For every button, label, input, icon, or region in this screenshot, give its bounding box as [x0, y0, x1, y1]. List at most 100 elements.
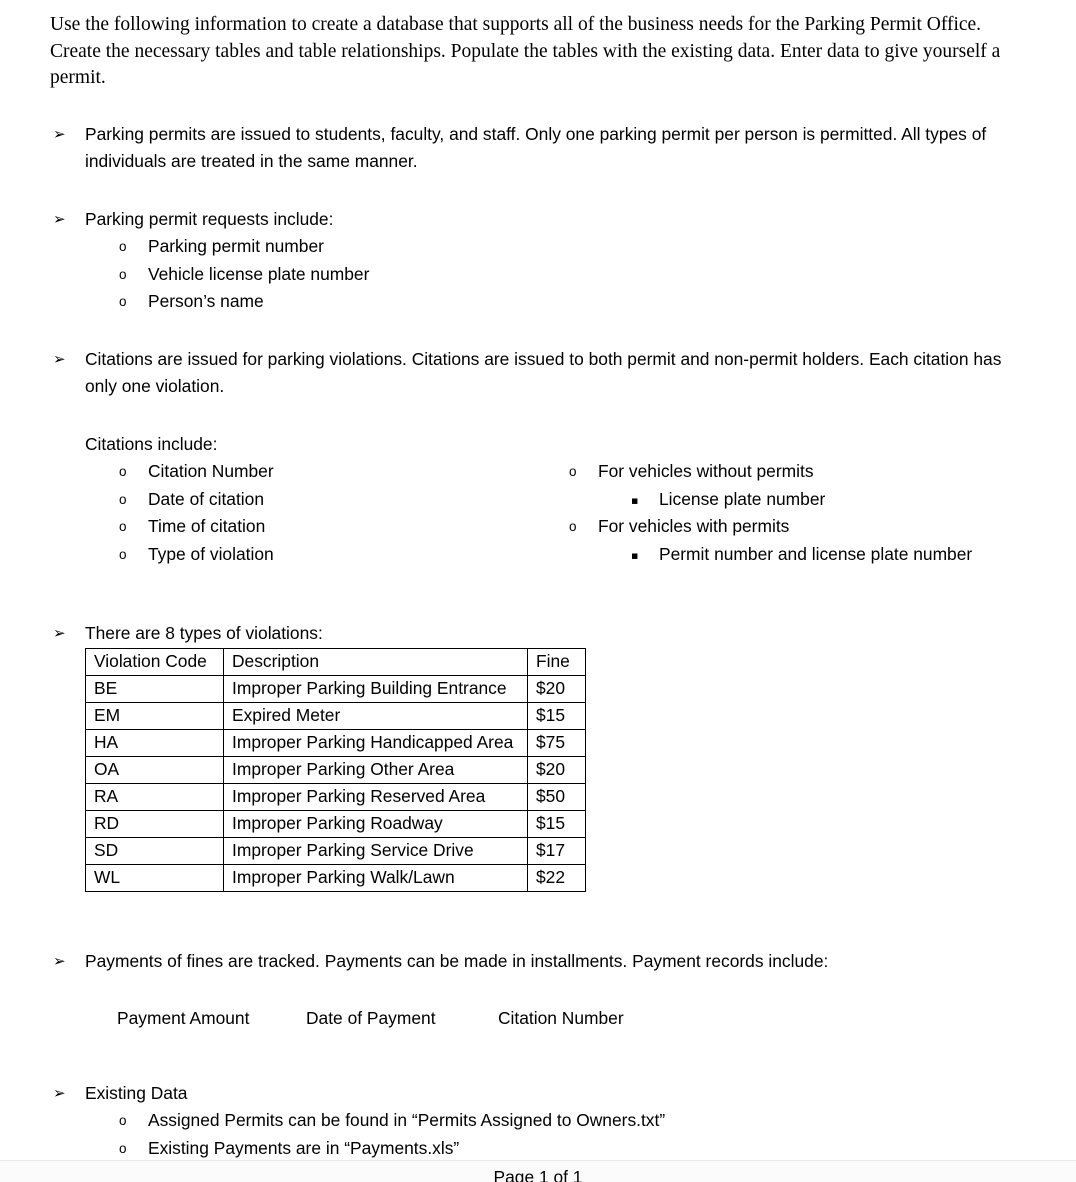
- list-item-label: Assigned Permits can be found in “Permit…: [148, 1110, 666, 1130]
- intro-paragraph: Use the following information to create …: [50, 14, 1001, 88]
- violations-heading: There are 8 types of violations:: [85, 623, 323, 643]
- circle-bullet-icon: o: [119, 491, 127, 507]
- violations-table-wrapper: Violation Code Description Fine BE Impro…: [0, 647, 1076, 892]
- table-row: RD Improper Parking Roadway $15: [85, 809, 586, 838]
- list-item: o Person’s name: [0, 288, 1076, 316]
- cell-fine: $15: [527, 809, 586, 838]
- circle-bullet-icon: o: [119, 239, 127, 254]
- cell-fine: $50: [527, 782, 586, 811]
- bullet-payments: ➢ Payments of fines are tracked. Payment…: [0, 948, 1076, 976]
- cell-violation-code: SD: [85, 836, 224, 865]
- arrow-bullet-icon: ➢: [53, 124, 66, 143]
- list-item: o For vehicles with permits: [484, 513, 1044, 541]
- list-item-label: Existing Payments are in “Payments.xls”: [148, 1137, 460, 1158]
- cell-violation-code: OA: [85, 755, 224, 784]
- document-content: Use the following information to create …: [0, 0, 1076, 1182]
- table-row: OA Improper Parking Other Area $20: [85, 755, 586, 784]
- cell-description: Improper Parking Service Drive: [223, 836, 528, 865]
- list-item: o Time of citation: [0, 513, 520, 541]
- existing-data-heading: Existing Data: [85, 1082, 188, 1103]
- arrow-bullet-icon: ➢: [53, 209, 66, 228]
- list-item: o Parking permit number: [0, 233, 1076, 261]
- payment-field-date: Date of Payment: [306, 1008, 436, 1028]
- table-row: WL Improper Parking Walk/Lawn $22: [85, 863, 586, 892]
- cell-description: Improper Parking Roadway: [223, 809, 528, 838]
- document-page: Use the following information to create …: [0, 0, 1076, 1182]
- cell-description: Improper Parking Other Area: [223, 755, 528, 784]
- list-item: o Date of citation: [0, 486, 520, 514]
- violations-table: Violation Code Description Fine BE Impro…: [85, 647, 586, 892]
- table-row: EM Expired Meter $15: [85, 701, 586, 730]
- cell-fine: $17: [527, 836, 586, 865]
- cell-fine: $20: [527, 755, 586, 784]
- citations-column-left: o Citation Number o Date of citation o T…: [0, 458, 520, 568]
- circle-bullet-icon: o: [119, 546, 127, 562]
- bullet-parking-permits: ➢ Parking permits are issued to students…: [0, 121, 1076, 176]
- citations-column-right: o For vehicles without permits ▪ License…: [484, 458, 1044, 568]
- list-item-label: For vehicles with permits: [598, 516, 790, 536]
- cell-fine: $20: [527, 674, 586, 703]
- square-bullet-icon: ▪: [631, 493, 639, 507]
- list-item-label: License plate number: [659, 488, 826, 509]
- list-item: o For vehicles without permits: [484, 458, 1044, 486]
- circle-bullet-icon: o: [119, 1113, 127, 1128]
- bullet-existing-data: ➢ Existing Data: [0, 1080, 1076, 1108]
- circle-bullet-icon: o: [119, 519, 127, 534]
- circle-bullet-icon: o: [119, 266, 127, 282]
- list-item: ▪ Permit number and license plate number: [484, 541, 1044, 569]
- list-item-label: Person’s name: [148, 291, 264, 311]
- list-item-label: Date of citation: [148, 488, 265, 509]
- cell-violation-code: HA: [85, 728, 224, 757]
- bullet-citations-text: Citations are issued for parking violati…: [85, 348, 1002, 397]
- cell-fine: $75: [527, 728, 586, 757]
- table-row: SD Improper Parking Service Drive $17: [85, 836, 586, 865]
- bullet-parking-permits-text: Parking permits are issued to students, …: [85, 123, 987, 172]
- list-item: o Vehicle license plate number: [0, 261, 1076, 289]
- bullet-payments-text: Payments of fines are tracked. Payments …: [85, 950, 829, 971]
- bullet-citations: ➢ Citations are issued for parking viola…: [0, 346, 1076, 401]
- bullet-permit-requests: ➢ Parking permit requests include:: [0, 206, 1076, 234]
- square-bullet-icon: ▪: [631, 548, 639, 562]
- list-item: ▪ License plate number: [484, 486, 1044, 514]
- arrow-bullet-icon: ➢: [53, 1083, 66, 1102]
- cell-description: Improper Parking Handicapped Area: [223, 728, 528, 757]
- payment-fields-row: Payment Amount Date of Payment Citation Nu…: [0, 1005, 1076, 1033]
- list-item-label: Parking permit number: [148, 236, 324, 256]
- arrow-bullet-icon: ➢: [53, 624, 66, 642]
- circle-bullet-icon: o: [119, 464, 127, 479]
- cell-violation-code: WL: [85, 863, 224, 892]
- table-header-row: Violation Code Description Fine: [85, 647, 586, 676]
- cell-description: Expired Meter: [223, 701, 528, 730]
- cell-description: Improper Parking Reserved Area: [223, 782, 528, 811]
- arrow-bullet-icon: ➢: [53, 951, 66, 970]
- column-header-fine: Fine: [527, 647, 586, 676]
- arrow-bullet-icon: ➢: [53, 349, 66, 368]
- circle-bullet-icon: o: [569, 519, 577, 534]
- cell-fine: $22: [527, 863, 586, 892]
- table-row: BE Improper Parking Building Entrance $2…: [85, 674, 586, 703]
- bullet-permit-requests-heading: Parking permit requests include:: [85, 208, 334, 229]
- payment-field-citation-number: Citation Number: [498, 1008, 624, 1028]
- column-header-violation-code: Violation Code: [85, 647, 224, 676]
- list-item-label: Vehicle license plate number: [148, 263, 370, 284]
- table-row: RA Improper Parking Reserved Area $50: [85, 782, 586, 811]
- citations-include-heading: Citations include:: [85, 433, 218, 454]
- bullet-violation-types: ➢ There are 8 types of violations:: [0, 620, 1076, 648]
- cell-violation-code: BE: [85, 674, 224, 703]
- list-item: o Citation Number: [0, 458, 520, 486]
- list-item: o Existing Payments are in “Payments.xls…: [0, 1135, 1076, 1163]
- list-item-label: Type of violation: [148, 543, 274, 564]
- cell-violation-code: EM: [85, 701, 224, 730]
- list-item-label: For vehicles without permits: [598, 461, 814, 481]
- circle-bullet-icon: o: [119, 1140, 127, 1156]
- cell-description: Improper Parking Walk/Lawn: [223, 863, 528, 892]
- citations-detail-columns: o Citation Number o Date of citation o T…: [0, 458, 1076, 568]
- list-item-label: Time of citation: [148, 516, 266, 536]
- table-row: HA Improper Parking Handicapped Area $75: [85, 728, 586, 757]
- cell-fine: $15: [527, 701, 586, 730]
- list-item-label: Permit number and license plate number: [659, 543, 973, 564]
- cell-description: Improper Parking Building Entrance: [223, 674, 528, 703]
- column-header-description: Description: [223, 647, 528, 676]
- cell-violation-code: RA: [85, 782, 224, 811]
- circle-bullet-icon: o: [569, 464, 577, 479]
